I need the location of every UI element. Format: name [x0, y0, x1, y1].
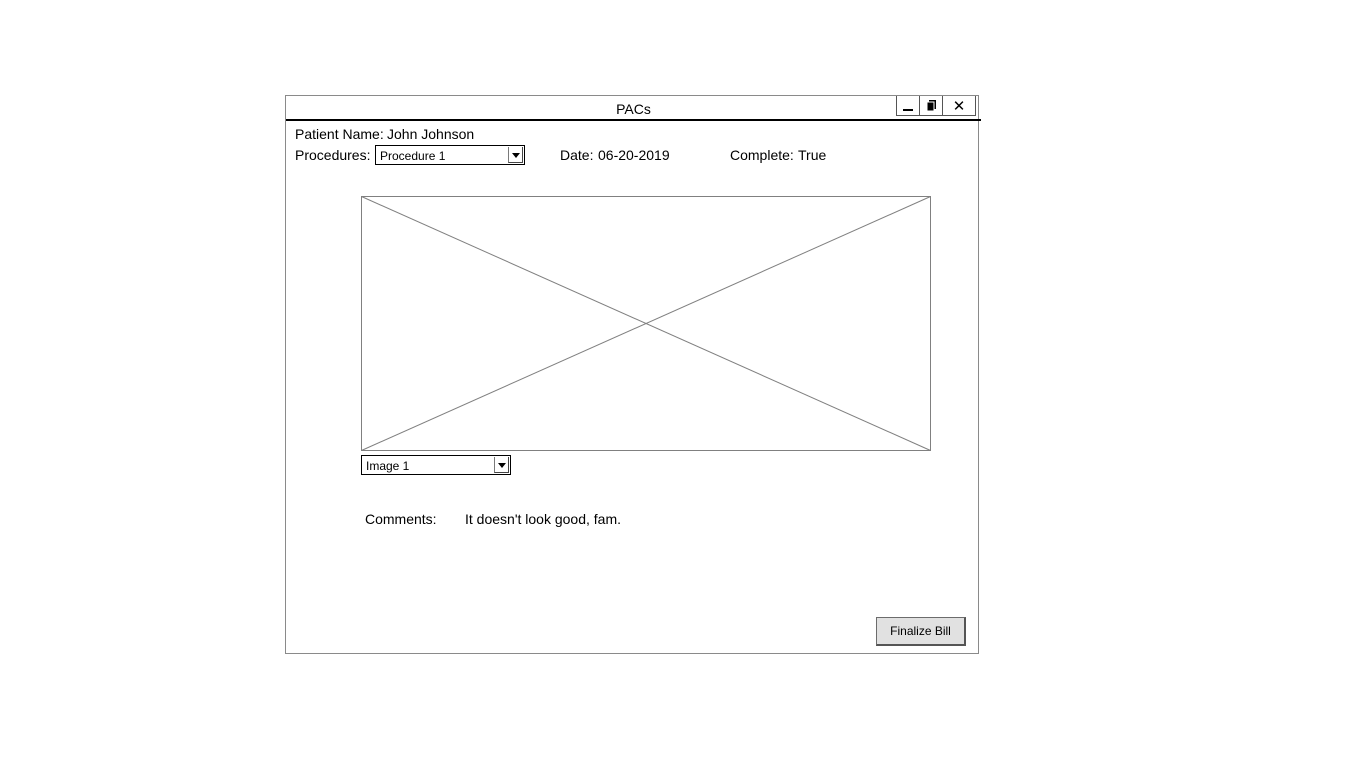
image-selected: Image 1 [366, 459, 410, 473]
chevron-down-icon [498, 463, 506, 468]
comments-text: It doesn't look good, fam. [465, 511, 621, 527]
image-dropdown-toggle[interactable] [494, 457, 509, 473]
window-title: PACs [616, 101, 651, 117]
image-dropdown[interactable]: Image 1 [361, 455, 511, 475]
patient-name-value: John Johnson [387, 126, 475, 142]
image-viewer-placeholder [361, 196, 931, 451]
minimize-button[interactable] [896, 96, 920, 116]
window-controls: ✕ [896, 96, 976, 118]
complete-value: True [798, 147, 827, 163]
close-button[interactable]: ✕ [942, 96, 976, 116]
finalize-bill-button[interactable]: Finalize Bill [876, 617, 966, 646]
restore-icon [927, 100, 936, 111]
patient-name-label: Patient Name: [295, 126, 384, 142]
procedures-dropdown[interactable]: Procedure 1 [375, 145, 525, 165]
minimize-icon [903, 109, 913, 111]
restore-button[interactable] [919, 96, 943, 116]
date-label: Date: [560, 147, 594, 163]
comments-label: Comments: [365, 511, 437, 527]
chevron-down-icon [512, 153, 520, 158]
date-value: 06-20-2019 [598, 147, 670, 163]
procedures-label: Procedures: [295, 147, 371, 163]
pacs-window: PACs ✕ Patient Name: John Johnson Proced… [285, 95, 981, 654]
title-bar: PACs ✕ [286, 96, 981, 121]
procedures-selected: Procedure 1 [380, 149, 446, 163]
close-icon: ✕ [952, 97, 966, 115]
complete-label: Complete: [730, 147, 794, 163]
procedures-dropdown-toggle[interactable] [508, 147, 523, 163]
